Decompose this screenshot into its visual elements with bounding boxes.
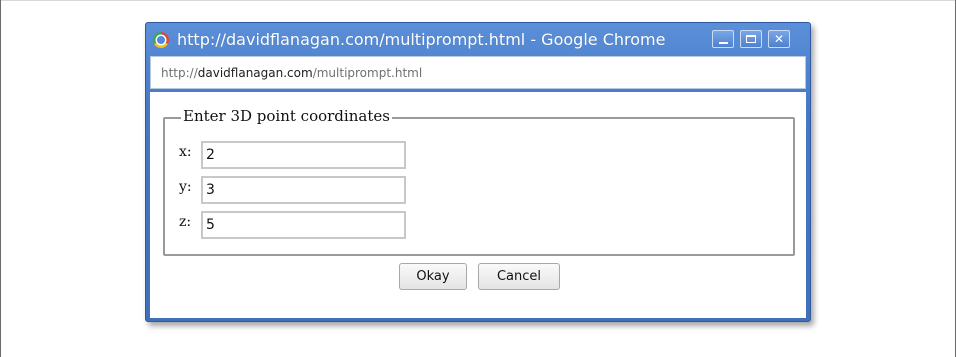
url-path: /multiprompt.html xyxy=(312,66,423,80)
close-button[interactable]: ✕ xyxy=(768,30,790,48)
x-label: x: xyxy=(179,144,192,160)
url-text: http://davidflanagan.com/multiprompt.htm… xyxy=(161,66,422,80)
coordinates-fieldset: Enter 3D point coordinates x: y: z: xyxy=(163,107,795,256)
page-border-top xyxy=(0,0,956,1)
url-host: davidflanagan.com xyxy=(197,66,313,80)
cancel-button[interactable]: Cancel xyxy=(478,263,560,290)
page-border-left xyxy=(0,0,1,357)
y-label: y: xyxy=(179,179,192,195)
y-input[interactable] xyxy=(201,176,406,204)
z-label: z: xyxy=(179,214,192,230)
minimize-button[interactable] xyxy=(712,30,734,48)
window-title: http://davidflanagan.com/multiprompt.htm… xyxy=(177,30,666,49)
z-input[interactable] xyxy=(201,211,406,239)
address-bar[interactable]: http://davidflanagan.com/multiprompt.htm… xyxy=(150,56,806,89)
url-prefix: http:// xyxy=(161,66,198,80)
page-content: Enter 3D point coordinates x: y: z: Okay… xyxy=(150,92,806,318)
browser-popup-window: http://davidflanagan.com/multiprompt.htm… xyxy=(145,22,811,322)
chrome-icon xyxy=(153,32,169,48)
maximize-button[interactable] xyxy=(740,30,762,48)
okay-button[interactable]: Okay xyxy=(399,263,467,290)
fieldset-legend: Enter 3D point coordinates xyxy=(181,107,392,125)
title-bar[interactable]: http://davidflanagan.com/multiprompt.htm… xyxy=(146,23,810,56)
x-input[interactable] xyxy=(201,141,406,169)
